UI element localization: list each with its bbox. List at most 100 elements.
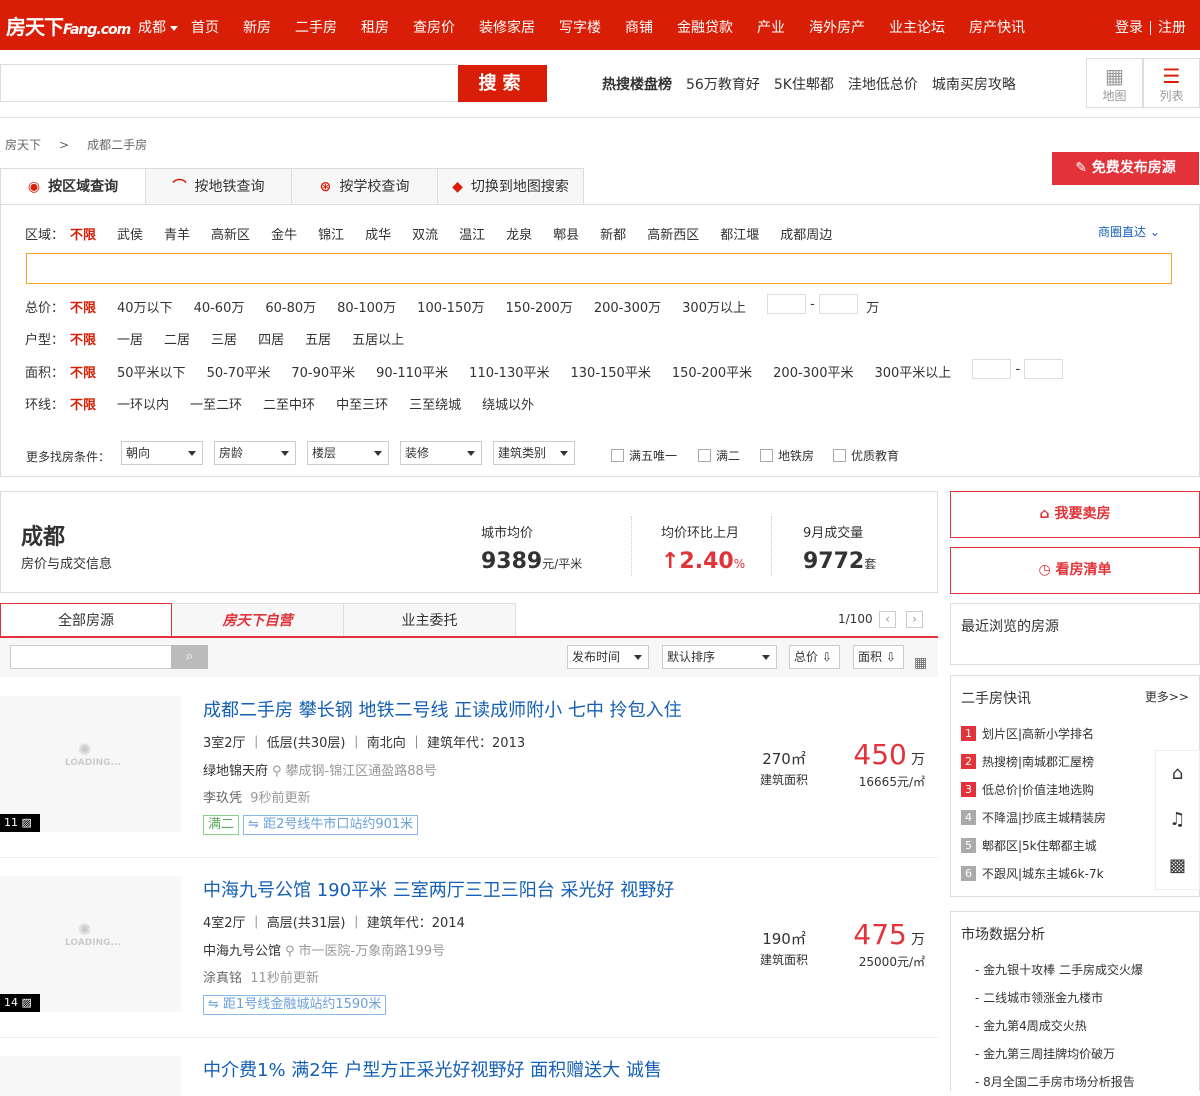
- view-switch: ▦ 地图 ☰ 列表: [1086, 58, 1200, 108]
- market-box: 市场数据分析 金九银十攻棒 二手房成交火爆 二线城市领涨金九楼市 金九第4周成交…: [950, 911, 1200, 1091]
- price-max-input[interactable]: [818, 294, 858, 314]
- train-icon: ⇋: [208, 997, 219, 1012]
- price-row: 总价： 不限 40万以下 40-60万 60-80万 80-100万 100-1…: [25, 294, 879, 316]
- register-link[interactable]: 注册: [1154, 20, 1190, 36]
- area-max-input[interactable]: [1024, 359, 1064, 379]
- area-min-input[interactable]: [972, 359, 1012, 379]
- city-switch[interactable]: 成都: [138, 17, 178, 37]
- nav-item[interactable]: 租房: [361, 17, 389, 37]
- listing-photo[interactable]: ✺ LOADING... 11 ▨: [0, 696, 181, 832]
- nav-item[interactable]: 金融贷款: [677, 17, 733, 37]
- age-select[interactable]: 房龄: [214, 441, 296, 465]
- listing-item: ✺ LOADING... 11 ▨ 成都二手房 攀长钢 地铁二号线 正读成师附小 七…: [0, 678, 938, 858]
- price-min-input[interactable]: [766, 294, 806, 314]
- nav-item[interactable]: 房产快讯: [969, 17, 1025, 37]
- nav-item[interactable]: 产业: [757, 17, 785, 37]
- listing-photo[interactable]: [0, 1056, 181, 1096]
- checkbox-education[interactable]: 优质教育: [833, 447, 899, 464]
- nav-item[interactable]: 二手房: [295, 17, 337, 37]
- tab-map-search[interactable]: ◆ 切换到地图搜索: [438, 168, 584, 205]
- grid-view-icon[interactable]: ▦: [914, 655, 927, 671]
- tab-district[interactable]: ◉ 按区域查询: [0, 168, 146, 205]
- floating-toolbar: ⌂ ♫ ▩: [1155, 750, 1200, 890]
- pin-icon: ⚲: [272, 764, 282, 779]
- recent-viewed: 最近浏览的房源: [950, 603, 1200, 665]
- list-icon: ☰: [1162, 64, 1181, 88]
- listing-photo[interactable]: ✺ LOADING... 14 ▨: [0, 876, 181, 1012]
- tab-metro[interactable]: ⌒ 按地铁查询: [146, 168, 292, 205]
- sort-time[interactable]: 发布时间: [567, 645, 649, 669]
- prev-page-button[interactable]: ‹: [879, 611, 896, 628]
- list-view-button[interactable]: ☰ 列表: [1143, 58, 1200, 108]
- listing-item: ✺ LOADING... 14 ▨ 中海九号公馆 190平米 三室两厅三卫三阳台 采…: [0, 858, 938, 1038]
- checkbox-metro[interactable]: 地铁房: [760, 447, 814, 464]
- hot-link[interactable]: 56万教育好: [686, 74, 760, 94]
- map-view-button[interactable]: ▦ 地图: [1086, 58, 1143, 108]
- listing-tabs: 全部房源 房天下自营 业主委托: [0, 603, 516, 637]
- market-item[interactable]: 金九第4周成交火热: [975, 1012, 1199, 1040]
- sell-house-button[interactable]: ⌂ 我要卖房: [950, 491, 1200, 538]
- tab-all[interactable]: 全部房源: [0, 603, 172, 637]
- district-icon: ◉: [27, 179, 41, 195]
- listing-title[interactable]: 中海九号公馆 190平米 三室两厅三卫三阳台 采光好 视野好: [203, 876, 674, 902]
- tab-self-run[interactable]: 房天下自营: [172, 603, 344, 637]
- more-link[interactable]: 更多>>: [1145, 688, 1189, 705]
- school-icon: ⊛: [319, 179, 332, 195]
- site-logo[interactable]: 房天下Fang.com: [6, 11, 131, 40]
- nav-item[interactable]: 海外房产: [809, 17, 865, 37]
- nav-item[interactable]: 业主论坛: [889, 17, 945, 37]
- map-icon: ▦: [1105, 64, 1124, 88]
- orientation-select[interactable]: 朝向: [121, 441, 203, 465]
- nav-item[interactable]: 商铺: [625, 17, 653, 37]
- listing-title[interactable]: 成都二手房 攀长钢 地铁二号线 正读成师附小 七中 拎包入住: [203, 696, 682, 722]
- tab-owner[interactable]: 业主委托: [344, 603, 516, 637]
- sort-price[interactable]: 总价 ⇩: [789, 645, 840, 669]
- listing-item: 中介费1% 满2年 户型方正采光好视野好 面积赠送大 诚售: [0, 1038, 938, 1096]
- qrcode-icon[interactable]: ▩: [1156, 843, 1199, 889]
- keyword-input[interactable]: [10, 645, 172, 669]
- news-item[interactable]: 1 划片区|高新小学排名: [961, 720, 1199, 748]
- pin-icon: ⚲: [285, 944, 295, 959]
- keyword-search-button[interactable]: ⌕: [171, 645, 208, 669]
- market-item[interactable]: 金九第三周挂牌均价破万: [975, 1040, 1199, 1068]
- search-button[interactable]: 搜索: [458, 65, 547, 102]
- metro-icon: ⌒: [172, 179, 187, 195]
- sort-default[interactable]: 默认排序: [662, 645, 777, 669]
- building-type-select[interactable]: 建筑类别: [493, 441, 575, 465]
- spinner-icon: ✺: [78, 740, 92, 759]
- nav-item[interactable]: 查房价: [413, 17, 455, 37]
- hot-searches: 热搜楼盘榜 56万教育好 5K住郫都 洼地低总价 城南买房攻略: [602, 74, 1030, 94]
- hot-link[interactable]: 城南买房攻略: [932, 74, 1016, 94]
- search-tabs: ◉ 按区域查询 ⌒ 按地铁查询 ⊛ 按学校查询 ◆ 切换到地图搜索: [0, 168, 584, 205]
- nav-item[interactable]: 写字楼: [559, 17, 601, 37]
- market-item[interactable]: 二线城市领涨金九楼市: [975, 984, 1199, 1012]
- sort-area[interactable]: 面积 ⇩: [853, 645, 904, 669]
- search-input[interactable]: [0, 64, 458, 102]
- headset-icon[interactable]: ♫: [1156, 797, 1199, 843]
- market-item[interactable]: 8月全国二手房市场分析报告: [975, 1068, 1199, 1096]
- location-pin-icon: ◆: [452, 179, 463, 195]
- publish-button[interactable]: ✎ 免费发布房源: [1052, 152, 1199, 185]
- nav-item[interactable]: 装修家居: [479, 17, 535, 37]
- tab-school[interactable]: ⊛ 按学校查询: [292, 168, 438, 205]
- decor-select[interactable]: 装修: [400, 441, 482, 465]
- next-page-button[interactable]: ›: [906, 611, 923, 628]
- checkbox-two-years[interactable]: 满二: [698, 447, 740, 464]
- hot-link[interactable]: 洼地低总价: [848, 74, 918, 94]
- checkbox-five-years[interactable]: 满五唯一: [611, 447, 677, 464]
- login-link[interactable]: 登录: [1111, 20, 1147, 36]
- hot-link[interactable]: 5K住郫都: [774, 74, 834, 94]
- home-price-icon[interactable]: ⌂: [1156, 751, 1199, 797]
- nav-item[interactable]: 新房: [243, 17, 271, 37]
- nav-item[interactable]: 首页: [191, 17, 219, 37]
- market-item[interactable]: 金九银十攻棒 二手房成交火爆: [975, 956, 1199, 984]
- viewing-list-button[interactable]: ◷ 看房清单: [950, 547, 1200, 594]
- train-icon: ⇋: [248, 817, 259, 832]
- hot-link[interactable]: 热搜楼盘榜: [602, 74, 672, 94]
- metro-tag: ⇋ 距2号线牛市口站约901米: [243, 815, 419, 835]
- biz-circle-link[interactable]: 商圈直达 ⌄: [1098, 223, 1160, 240]
- floor-select[interactable]: 楼层: [307, 441, 389, 465]
- top-nav: 房天下Fang.com 成都 首页 新房 二手房 租房 查房价 装修家居 写字楼…: [0, 0, 1200, 50]
- district-input[interactable]: [26, 253, 1172, 284]
- listing-title[interactable]: 中介费1% 满2年 户型方正采光好视野好 面积赠送大 诚售: [203, 1056, 662, 1082]
